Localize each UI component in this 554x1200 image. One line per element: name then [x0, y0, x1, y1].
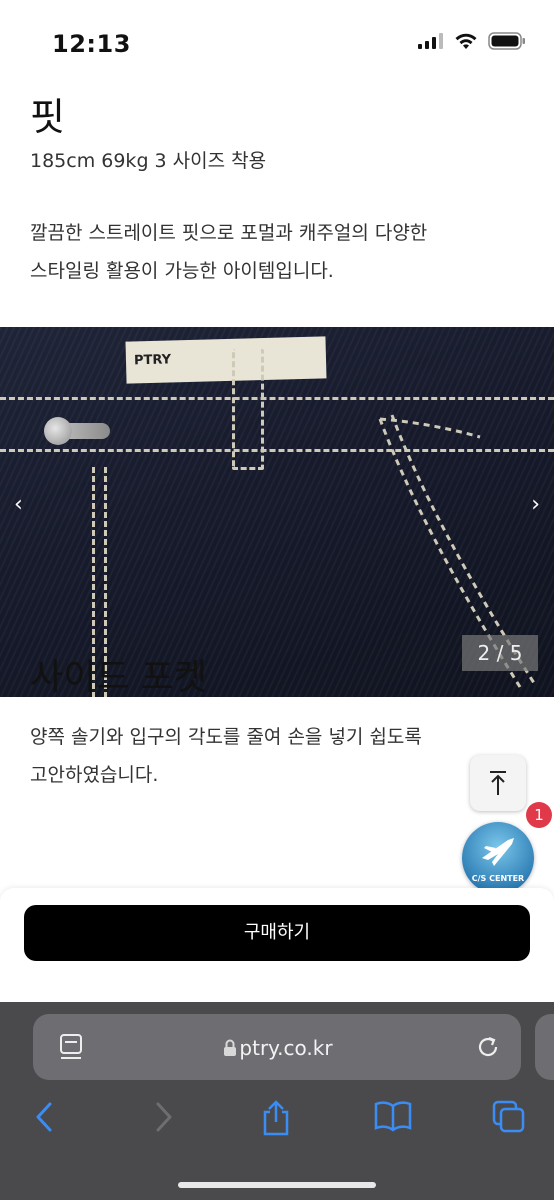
- fit-description: 깔끔한 스트레이트 핏으로 포멀과 캐주얼의 다양한 스타일링 활용이 가능한 …: [30, 214, 530, 290]
- carousel-next-arrow-icon[interactable]: ›: [531, 492, 540, 517]
- side-pocket-description-line-2: 고안하였습니다.: [30, 764, 159, 786]
- url-text: ptry.co.kr: [239, 1036, 333, 1060]
- fit-description-line-2: 스타일링 활용이 가능한 아이템입니다.: [30, 260, 334, 282]
- wifi-icon: [455, 33, 477, 49]
- address-bar[interactable]: ptry.co.kr: [33, 1014, 521, 1080]
- scroll-to-top-button[interactable]: [470, 755, 526, 811]
- buy-button[interactable]: 구매하기: [24, 905, 530, 961]
- cs-center-label: C/S CENTER: [471, 874, 525, 883]
- reload-icon[interactable]: [475, 1034, 501, 1060]
- forward-icon[interactable]: [150, 1100, 178, 1134]
- status-time: 12:13: [52, 30, 131, 58]
- battery-icon: [488, 32, 525, 50]
- notification-badge: 1: [526, 802, 552, 828]
- status-bar: 12:13: [0, 0, 554, 80]
- next-tab-pill[interactable]: [535, 1014, 554, 1080]
- status-icons: [418, 32, 526, 50]
- fit-model-info: 185cm 69kg 3 사이즈 착용: [30, 150, 267, 172]
- side-pocket-description: 양쪽 솔기와 입구의 각도를 줄여 손을 넣기 쉽도록 고안하였습니다.: [30, 718, 490, 794]
- tabs-icon[interactable]: [492, 1100, 526, 1134]
- fit-description-line-1: 깔끔한 스트레이트 핏으로 포멀과 캐주얼의 다양한: [30, 222, 428, 244]
- section-title-side-pocket: 사이드 포켓: [30, 657, 208, 698]
- arrow-up-icon: [490, 771, 506, 795]
- cellular-signal-icon: [418, 33, 443, 49]
- back-icon[interactable]: [30, 1100, 58, 1134]
- product-image-carousel[interactable]: PTRY ‹ › 2 / 5: [0, 327, 554, 697]
- carousel-counter: 2 / 5: [462, 635, 538, 671]
- share-icon[interactable]: [260, 1100, 292, 1136]
- section-title-fit: 핏: [30, 95, 65, 139]
- airplane-icon: [482, 838, 514, 866]
- carousel-prev-arrow-icon[interactable]: ‹: [14, 492, 23, 517]
- home-indicator: [178, 1182, 376, 1188]
- browser-toolbar: ptry.co.kr: [0, 1002, 554, 1200]
- cs-center-button[interactable]: C/S CENTER: [462, 822, 534, 894]
- purchase-panel: 구매하기: [0, 888, 554, 1002]
- side-pocket-description-line-1: 양쪽 솔기와 입구의 각도를 줄여 손을 넣기 쉽도록: [30, 726, 422, 748]
- bookmarks-icon[interactable]: [374, 1100, 412, 1132]
